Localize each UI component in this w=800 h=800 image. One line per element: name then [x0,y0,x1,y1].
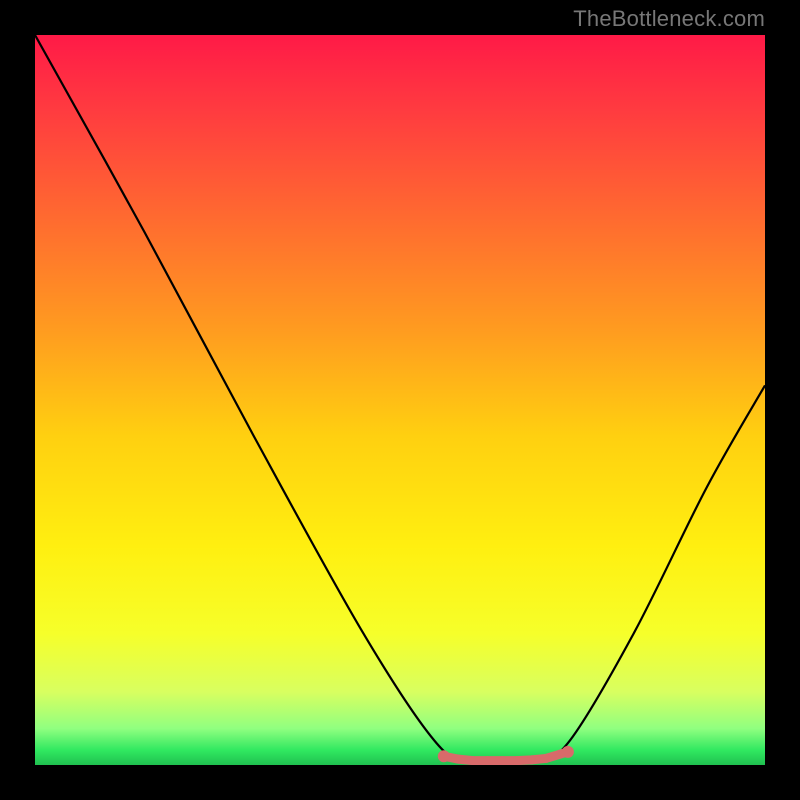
bottleneck-curve [35,35,765,765]
watermark-text: TheBottleneck.com [573,6,765,32]
plot-area [35,35,765,765]
chart-frame: TheBottleneck.com [0,0,800,800]
